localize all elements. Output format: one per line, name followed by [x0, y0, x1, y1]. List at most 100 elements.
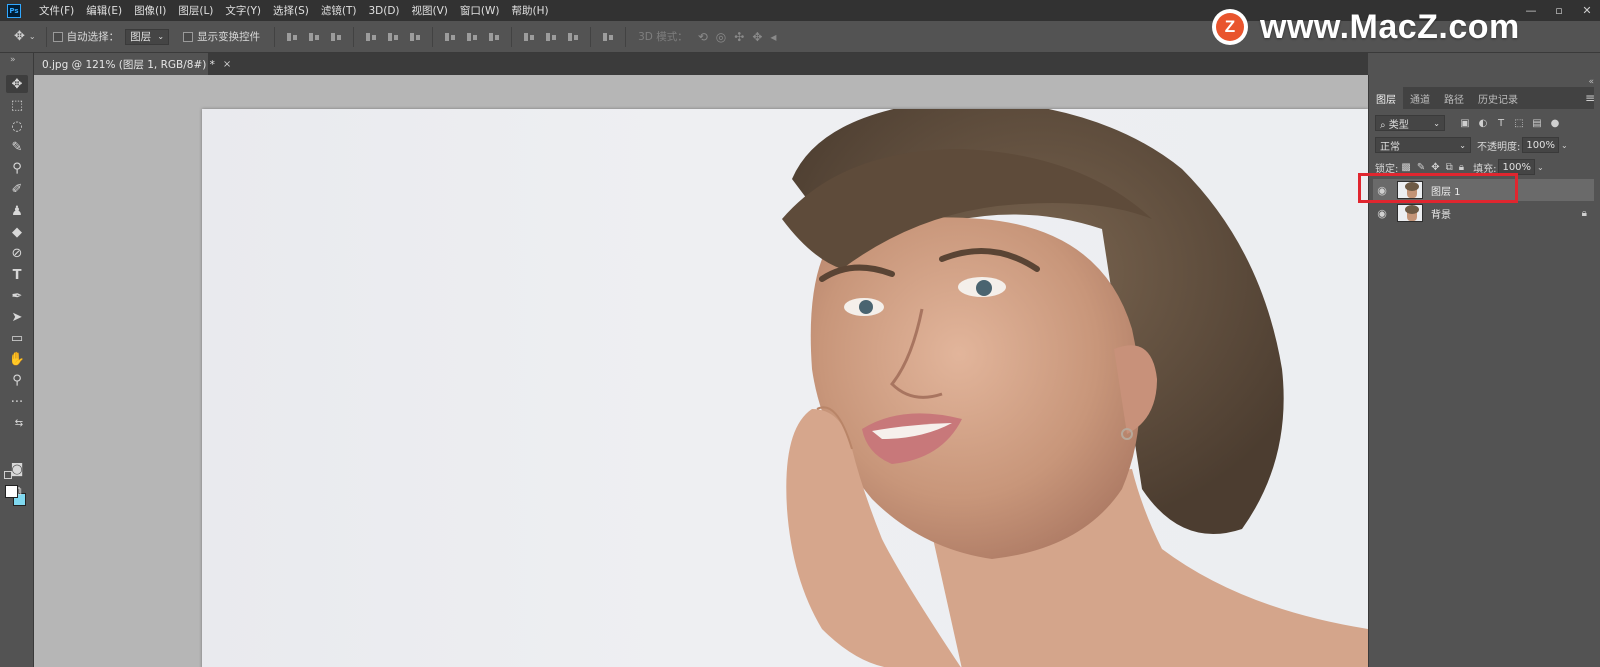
auto-select-checkbox[interactable]	[52, 31, 63, 42]
lasso-tool-icon[interactable]: ◌	[6, 117, 28, 135]
eye-icon[interactable]: ◉	[1373, 184, 1391, 197]
restore-button[interactable]: ▫	[1552, 4, 1566, 17]
3d-slide-icon[interactable]: ✥	[752, 30, 762, 44]
watermark-text: www.MacZ.com	[1260, 7, 1520, 46]
eyedropper-tool-icon[interactable]: ⚲	[6, 159, 28, 177]
layer-filter-dropdown[interactable]: ⌕ 类型 ⌄	[1375, 115, 1445, 131]
auto-select-dropdown[interactable]: 图层 ⌄	[125, 28, 170, 45]
blend-mode-dropdown[interactable]: 正常 ⌄	[1375, 137, 1471, 153]
quick-mask-icon[interactable]: ◙	[6, 460, 28, 478]
filter-adjustment-icon[interactable]: ◐	[1475, 118, 1491, 129]
menu-3d[interactable]: 3D(D)	[362, 5, 405, 17]
distribute-right-icon[interactable]	[567, 31, 579, 43]
lock-position-icon[interactable]: ✥	[1431, 162, 1439, 173]
menu-window[interactable]: 窗口(W)	[454, 3, 506, 18]
lock-icon: 🔒︎	[1581, 207, 1587, 219]
path-select-tool-icon[interactable]: ➤	[6, 308, 28, 326]
eye-icon[interactable]: ◉	[1373, 207, 1391, 220]
menu-type[interactable]: 文字(Y)	[219, 3, 267, 18]
layer-name[interactable]: 图层 1	[1431, 183, 1461, 198]
marquee-tool-icon[interactable]: ⬚	[6, 96, 28, 114]
3d-pan-icon[interactable]: ✣	[734, 30, 744, 44]
canvas-area[interactable]	[34, 75, 1368, 667]
search-icon: ⌕	[1380, 119, 1386, 131]
align-right-icon[interactable]	[409, 31, 421, 43]
align-top-icon[interactable]	[286, 31, 298, 43]
distribute-hcenter-icon[interactable]	[545, 31, 557, 43]
tools-panel: » ✥ ⬚ ◌ ✎ ⚲ ✐ ♟ ◆ ⊘ T ✒ ➤ ▭ ✋ ⚲ ··· ⇆ ◙ …	[0, 53, 34, 667]
close-button[interactable]: ✕	[1580, 4, 1594, 17]
more-tools-icon[interactable]: ···	[6, 393, 28, 411]
toolbar-expand-icon[interactable]: »	[10, 55, 15, 65]
menu-help[interactable]: 帮助(H)	[506, 3, 555, 18]
distribute-bottom-icon[interactable]	[488, 31, 500, 43]
align-hcenter-icon[interactable]	[387, 31, 399, 43]
tab-history[interactable]: 历史记录	[1471, 87, 1525, 109]
type-tool-icon[interactable]: T	[6, 266, 28, 284]
align-left-icon[interactable]	[365, 31, 377, 43]
fill-field[interactable]: 100%	[1498, 159, 1536, 175]
document-canvas[interactable]	[202, 109, 1368, 667]
layer-row-layer1[interactable]: ◉ 图层 1	[1373, 179, 1597, 201]
menu-layer[interactable]: 图层(L)	[172, 3, 219, 18]
swap-colors-icon[interactable]: ⇆	[12, 414, 26, 432]
separator	[353, 26, 355, 47]
tab-channels[interactable]: 通道	[1403, 87, 1437, 109]
menu-file[interactable]: 文件(F)	[33, 3, 80, 18]
distribute-left-icon[interactable]	[523, 31, 535, 43]
layer-row-background[interactable]: ◉ 背景 🔒︎	[1373, 202, 1597, 224]
align-bottom-icon[interactable]	[330, 31, 342, 43]
tab-layers[interactable]: 图层	[1369, 87, 1403, 109]
document-tab[interactable]: 0.jpg @ 121% (图层 1, RGB/8#) * ×	[34, 53, 231, 75]
lock-transparent-icon[interactable]: ▩	[1401, 162, 1410, 173]
chevron-down-icon[interactable]: ⌄	[1537, 163, 1544, 172]
move-tool-icon[interactable]: ✥	[14, 29, 25, 44]
3d-rotate-icon[interactable]: ⟲	[698, 30, 708, 44]
filter-toggle-icon[interactable]: ●	[1547, 118, 1563, 129]
move-tool-icon[interactable]: ✥	[6, 75, 28, 93]
minimize-button[interactable]: —	[1524, 4, 1538, 17]
distribute-vcenter-icon[interactable]	[466, 31, 478, 43]
panel-edge	[1594, 75, 1600, 667]
document-tab-title: 0.jpg @ 121% (图层 1, RGB/8#) *	[42, 58, 215, 71]
layers-panel: « 图层 通道 路径 历史记录 ≡ ⌕ 类型 ⌄ ▣ ◐ T ⬚ ▤ ● 正常 …	[1368, 75, 1600, 667]
tab-paths[interactable]: 路径	[1437, 87, 1471, 109]
align-vcenter-icon[interactable]	[308, 31, 320, 43]
close-tab-icon[interactable]: ×	[223, 59, 231, 70]
filter-smart-object-icon[interactable]: ▤	[1529, 118, 1545, 129]
stamp-tool-icon[interactable]: ♟	[6, 202, 28, 220]
shape-tool-icon[interactable]: ▭	[6, 329, 28, 347]
separator	[432, 26, 434, 47]
layer-name[interactable]: 背景	[1431, 206, 1451, 221]
opacity-field[interactable]: 100%	[1522, 137, 1559, 153]
3d-roll-icon[interactable]: ◎	[716, 30, 726, 44]
chevron-down-icon[interactable]: ⌄	[1561, 141, 1568, 150]
filter-shape-icon[interactable]: ⬚	[1511, 118, 1527, 129]
pen-tool-icon[interactable]: ✒	[6, 287, 28, 305]
auto-align-icon[interactable]	[602, 31, 614, 43]
quick-select-tool-icon[interactable]: ✎	[6, 138, 28, 156]
menu-view[interactable]: 视图(V)	[406, 3, 454, 18]
eraser-tool-icon[interactable]: ◆	[6, 223, 28, 241]
opacity-label: 不透明度:	[1477, 141, 1521, 153]
foreground-color-swatch[interactable]	[5, 485, 18, 498]
lock-all-icon[interactable]: 🔒︎	[1459, 162, 1464, 173]
menu-select[interactable]: 选择(S)	[267, 3, 315, 18]
lock-image-icon[interactable]: ✎	[1417, 162, 1425, 173]
3d-camera-icon[interactable]: ◂	[770, 30, 776, 44]
burn-tool-icon[interactable]: ⊘	[6, 244, 28, 262]
tool-preset-chevron-icon[interactable]: ⌄	[29, 32, 36, 41]
menu-filter[interactable]: 滤镜(T)	[315, 3, 363, 18]
zoom-tool-icon[interactable]: ⚲	[6, 371, 28, 389]
hand-tool-icon[interactable]: ✋	[6, 350, 28, 368]
menu-image[interactable]: 图像(I)	[128, 3, 172, 18]
watermark-logo-icon: Z	[1212, 9, 1248, 45]
show-transform-checkbox[interactable]	[183, 31, 194, 42]
menu-edit[interactable]: 编辑(E)	[80, 3, 128, 18]
lock-artboard-icon[interactable]: ⧉	[1446, 162, 1453, 173]
filter-type-icon[interactable]: T	[1493, 118, 1509, 129]
filter-pixel-icon[interactable]: ▣	[1457, 118, 1473, 129]
distribute-top-icon[interactable]	[444, 31, 456, 43]
brush-tool-icon[interactable]: ✐	[6, 180, 28, 198]
blend-opacity-row: 正常 ⌄ 不透明度: 100% ⌄	[1375, 137, 1595, 153]
